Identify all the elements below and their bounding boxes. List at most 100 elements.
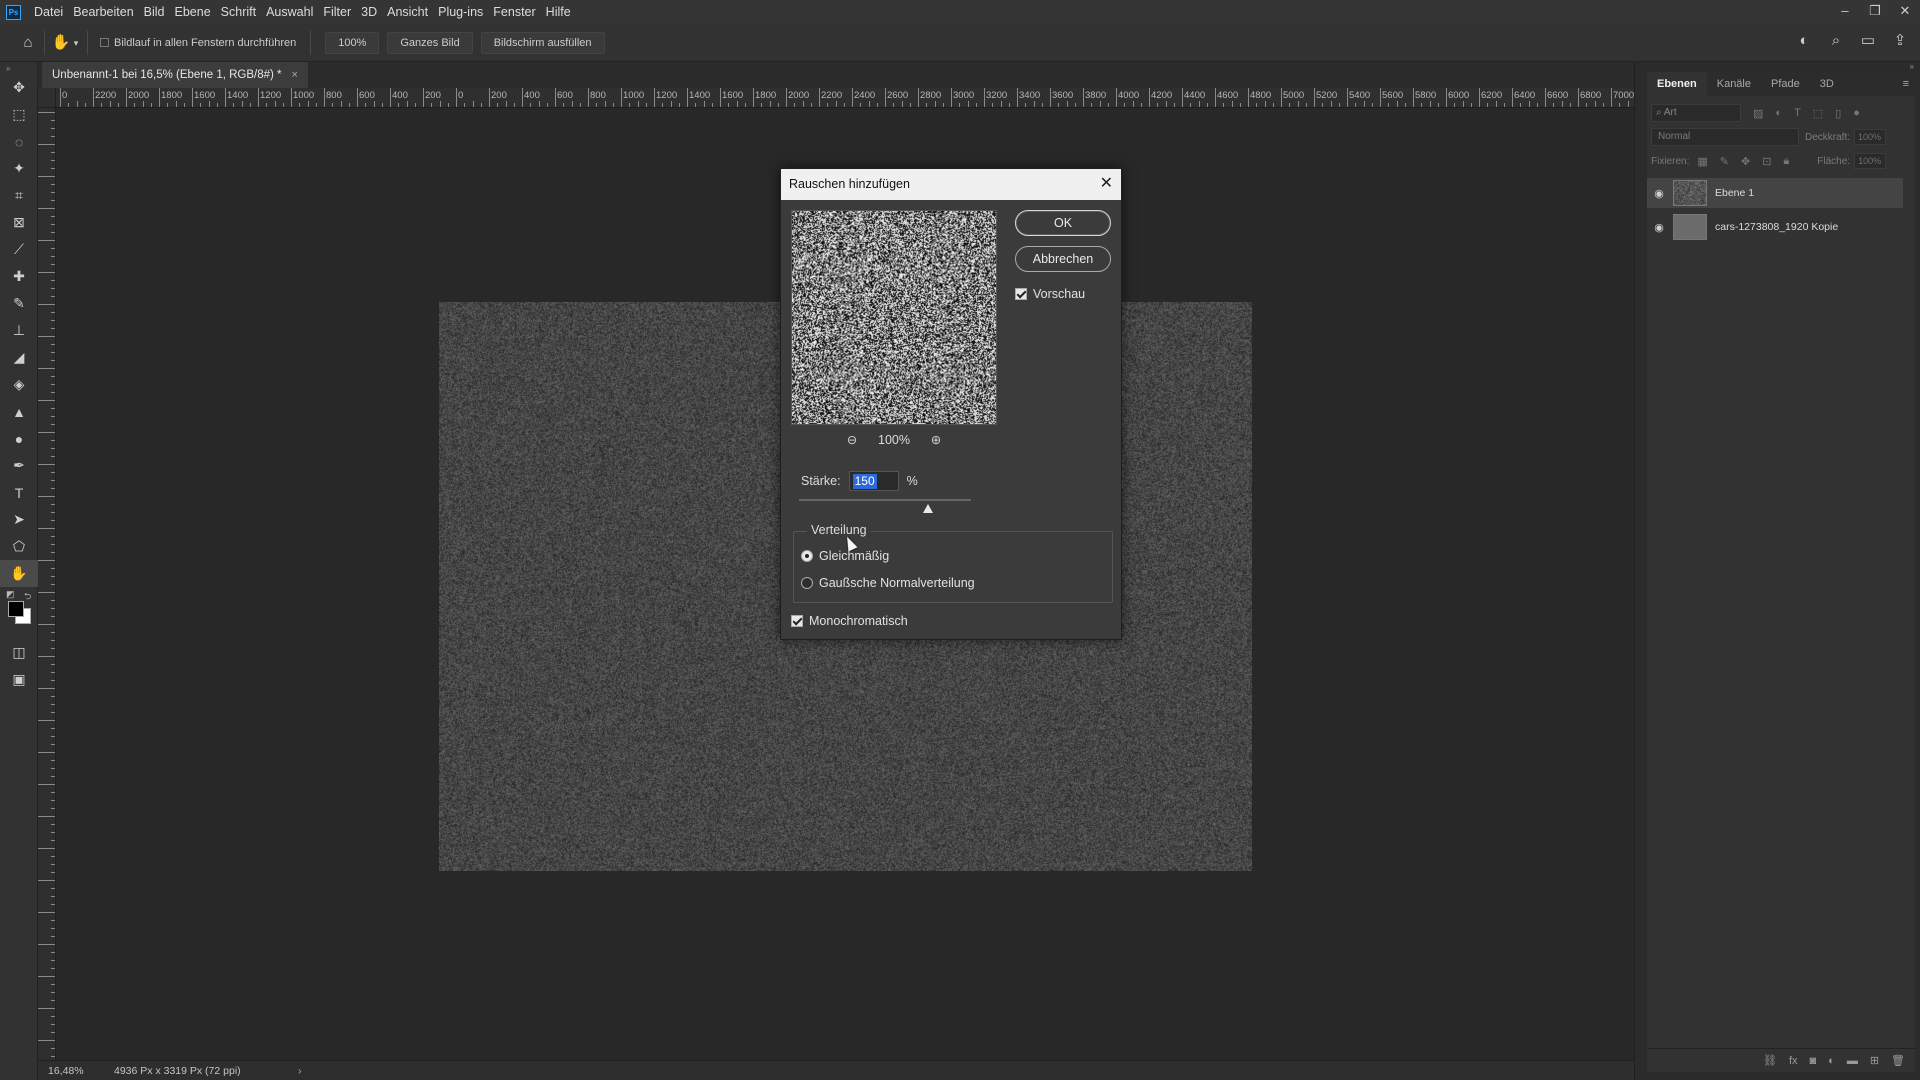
collapse-panels-icon[interactable]: » <box>1910 62 1914 71</box>
lock-all-icon[interactable]: 🔒︎ <box>1783 155 1789 168</box>
fx-icon[interactable]: fx <box>1789 1055 1798 1067</box>
crop-tool-icon[interactable]: ⌗ <box>0 182 38 209</box>
menu-schrift[interactable]: Schrift <box>216 0 261 24</box>
chevron-down-icon[interactable]: ▾ <box>71 33 81 53</box>
menu-3d[interactable]: 3D <box>356 0 382 24</box>
tab-kanaele[interactable]: Kanäle <box>1707 72 1761 96</box>
document-tab[interactable]: Unbenannt-1 bei 16,5% (Ebene 1, RGB/8#) … <box>42 62 308 88</box>
learn-icon[interactable]: ◐ <box>1794 31 1814 51</box>
cancel-button[interactable]: Abbrechen <box>1015 246 1111 272</box>
smart-object-filter-icon[interactable]: ▯ <box>1835 107 1841 120</box>
brush-tool-icon[interactable]: ✎ <box>0 290 38 317</box>
minimize-button[interactable]: – <box>1830 0 1860 24</box>
lock-artboard-icon[interactable]: ⊡ <box>1762 155 1771 168</box>
close-icon[interactable]: ✕ <box>1100 169 1113 199</box>
new-layer-icon[interactable]: ⊞ <box>1870 1054 1879 1067</box>
eye-icon[interactable]: ◉ <box>1647 221 1671 234</box>
magic-wand-tool-icon[interactable]: ✦ <box>0 155 38 182</box>
amount-value[interactable]: 150 <box>853 474 877 489</box>
lock-transparency-icon[interactable]: ▦ <box>1697 155 1707 168</box>
share-icon[interactable]: ⇪ <box>1890 31 1910 51</box>
menu-bild[interactable]: Bild <box>139 0 170 24</box>
restore-button[interactable]: ❐ <box>1860 0 1890 24</box>
healing-brush-tool-icon[interactable]: ✚ <box>0 263 38 290</box>
fill-screen-button[interactable]: Bildschirm ausfüllen <box>481 32 605 54</box>
zoom-level[interactable]: 16,48% <box>38 1065 94 1077</box>
dialog-titlebar[interactable]: Rauschen hinzufügen ✕ <box>781 169 1121 200</box>
filter-preview[interactable] <box>791 210 997 425</box>
swap-colors-icon[interactable]: ⮌ <box>24 589 31 605</box>
blend-mode-select[interactable]: Normal <box>1651 128 1799 146</box>
radio-uniform[interactable]: Gleichmäßig <box>801 549 889 563</box>
link-layers-icon[interactable]: ⛓ <box>1763 1054 1777 1067</box>
type-filter-icon[interactable]: T <box>1794 107 1801 119</box>
checkbox-box[interactable] <box>100 38 109 47</box>
menu-plugins[interactable]: Plug-ins <box>433 0 488 24</box>
lasso-tool-icon[interactable]: ◌ <box>0 128 38 155</box>
fill-field[interactable]: 100% <box>1854 153 1886 169</box>
menu-ebene[interactable]: Ebene <box>170 0 216 24</box>
lock-position-icon[interactable]: ✥ <box>1741 155 1750 168</box>
hand-tool-icon[interactable]: ✋ <box>0 560 38 587</box>
pixel-filter-icon[interactable]: ▨ <box>1753 107 1763 120</box>
quick-mask-icon[interactable]: ◫ <box>0 639 38 666</box>
layer-row-ebene-1[interactable]: ◉ Ebene 1 <box>1647 178 1903 208</box>
screen-mode-icon[interactable]: ▣ <box>0 666 38 693</box>
group-icon[interactable]: ▬ <box>1847 1055 1858 1067</box>
menu-fenster[interactable]: Fenster <box>488 0 540 24</box>
tab-ebenen[interactable]: Ebenen <box>1647 72 1707 96</box>
path-selection-tool-icon[interactable]: ➤ <box>0 506 38 533</box>
collapse-toolbar-icon[interactable]: » <box>0 62 37 74</box>
adjustment-layer-icon[interactable]: ◐ <box>1828 1055 1835 1067</box>
menu-ansicht[interactable]: Ansicht <box>382 0 433 24</box>
eraser-tool-icon[interactable]: ◢ <box>0 344 38 371</box>
menu-bearbeiten[interactable]: Bearbeiten <box>68 0 138 24</box>
filter-toggle-icon[interactable]: ● <box>1853 107 1860 119</box>
monochrome-checkbox[interactable]: Monochromatisch <box>791 614 908 628</box>
type-tool-icon[interactable]: T <box>0 479 38 506</box>
frame-tool-icon[interactable]: ⊠ <box>0 209 38 236</box>
default-colors-icon[interactable]: ◩ <box>6 589 15 600</box>
marquee-tool-icon[interactable]: ⬚ <box>0 101 38 128</box>
layer-filter-input[interactable]: ⌕ Art <box>1651 104 1741 122</box>
pen-tool-icon[interactable]: ✒ <box>0 452 38 479</box>
trash-icon[interactable]: 🗑︎ <box>1891 1054 1905 1067</box>
stamp-tool-icon[interactable]: ⊥ <box>0 317 38 344</box>
zoom-out-icon[interactable]: ⊖ <box>841 432 863 447</box>
tab-3d[interactable]: 3D <box>1810 72 1844 96</box>
workspace-icon[interactable]: ▭ <box>1858 31 1878 51</box>
search-icon[interactable]: ⌕ <box>1826 31 1846 51</box>
close-window-button[interactable]: ✕ <box>1890 0 1920 24</box>
preview-checkbox[interactable]: Vorschau <box>1015 287 1085 301</box>
layer-row-cars-copy[interactable]: ◉ cars-1273808_1920 Kopie <box>1647 212 1903 242</box>
add-mask-icon[interactable]: ◙ <box>1810 1055 1817 1067</box>
shape-filter-icon[interactable]: ⬚ <box>1813 107 1823 120</box>
radio-gaussian[interactable]: Gaußsche Normalverteilung <box>801 576 975 590</box>
home-icon[interactable]: ⌂ <box>18 33 38 53</box>
menu-auswahl[interactable]: Auswahl <box>261 0 318 24</box>
lock-pixels-icon[interactable]: ✎ <box>1720 155 1729 168</box>
checkbox-box[interactable] <box>1015 288 1027 300</box>
blur-tool-icon[interactable]: ▲ <box>0 398 38 425</box>
paint-bucket-tool-icon[interactable]: ◈ <box>0 371 38 398</box>
scroll-all-windows-checkbox[interactable]: Bildlauf in allen Fenstern durchführen <box>100 37 296 49</box>
adjustment-filter-icon[interactable]: ◐ <box>1775 107 1782 119</box>
amount-slider-track[interactable] <box>799 499 971 501</box>
dodge-tool-icon[interactable]: ● <box>0 425 38 452</box>
opacity-field[interactable]: 100% <box>1854 129 1886 145</box>
shape-tool-icon[interactable]: ⬠ <box>0 533 38 560</box>
tab-pfade[interactable]: Pfade <box>1761 72 1810 96</box>
close-icon[interactable]: × <box>292 62 298 88</box>
fit-screen-button[interactable]: Ganzes Bild <box>387 32 472 54</box>
menu-hilfe[interactable]: Hilfe <box>541 0 576 24</box>
menu-datei[interactable]: Datei <box>29 0 68 24</box>
eye-icon[interactable]: ◉ <box>1647 187 1671 200</box>
eyedropper-tool-icon[interactable]: ⟋ <box>0 236 38 263</box>
menu-filter[interactable]: Filter <box>318 0 356 24</box>
foreground-color-swatch[interactable] <box>8 601 24 617</box>
move-tool-icon[interactable]: ✥ <box>0 74 38 101</box>
ok-button[interactable]: OK <box>1015 210 1111 236</box>
hand-tool-icon[interactable]: ✋ <box>51 33 71 53</box>
panel-menu-icon[interactable]: ≡ <box>1897 72 1915 96</box>
radio-button[interactable] <box>801 550 813 562</box>
